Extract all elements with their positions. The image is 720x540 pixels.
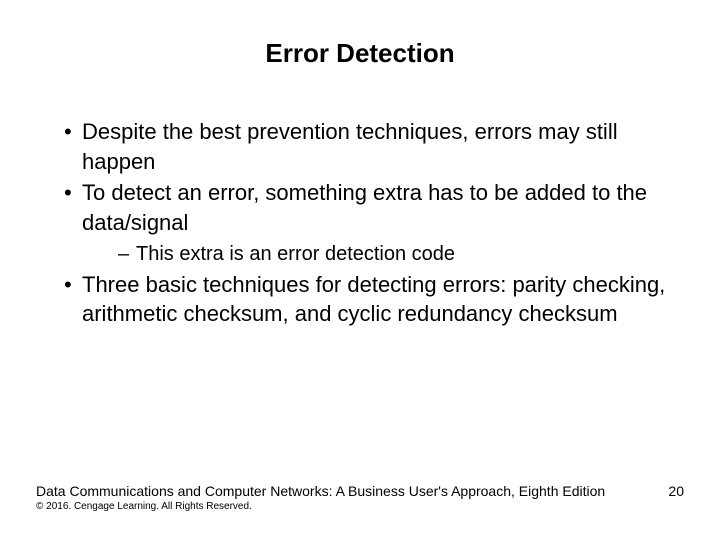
bullet-item: To detect an error, something extra has …: [64, 178, 684, 267]
page-number: 20: [668, 483, 684, 499]
bullet-item: Despite the best prevention techniques, …: [64, 117, 684, 176]
footer-source: Data Communications and Computer Network…: [36, 483, 605, 499]
bullet-text: To detect an error, something extra has …: [82, 180, 647, 235]
footer-line: Data Communications and Computer Network…: [36, 483, 684, 499]
bullet-text: Despite the best prevention techniques, …: [82, 119, 618, 174]
slide: Error Detection Despite the best prevent…: [0, 0, 720, 540]
sub-bullet-text: This extra is an error detection code: [136, 243, 455, 265]
bullet-text: Three basic techniques for detecting err…: [82, 272, 665, 327]
footer: Data Communications and Computer Network…: [36, 483, 684, 512]
bullet-item: Three basic techniques for detecting err…: [64, 270, 684, 329]
bullet-list: Despite the best prevention techniques, …: [36, 117, 684, 329]
sub-bullet-item: This extra is an error detection code: [118, 240, 684, 268]
sub-bullet-list: This extra is an error detection code: [82, 240, 684, 268]
slide-title: Error Detection: [36, 38, 684, 69]
footer-copyright: © 2016. Cengage Learning. All Rights Res…: [36, 501, 684, 512]
